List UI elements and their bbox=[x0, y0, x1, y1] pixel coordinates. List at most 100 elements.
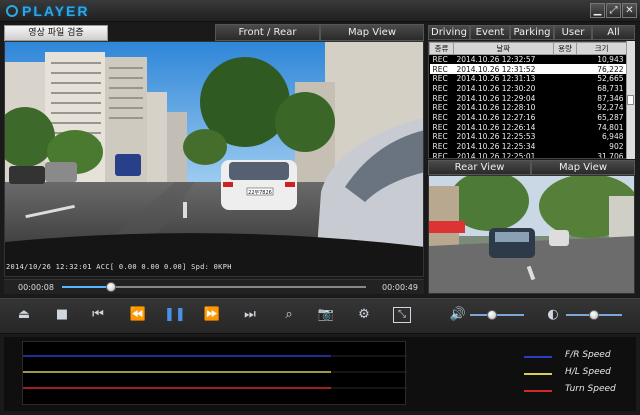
cell-size: 6,948 bbox=[602, 132, 624, 142]
license-plate: 22무7826 bbox=[248, 190, 272, 196]
column-header-space[interactable]: 용량 bbox=[552, 42, 578, 55]
eject-icon[interactable]: ⏏ bbox=[14, 306, 34, 324]
legend-swatch-turn-speed bbox=[524, 390, 552, 392]
app-logo: PLAYER bbox=[6, 2, 90, 20]
cell-size: 65,287 bbox=[597, 112, 624, 122]
tab-sub-map-view[interactable]: Map View bbox=[531, 160, 635, 175]
column-header-type[interactable]: 종류 bbox=[429, 42, 454, 55]
rewind-icon[interactable]: ⏪ bbox=[128, 306, 148, 324]
event-file-list[interactable]: 종류 날짜 용량 크기 REC 2014.10.26 12:32:57 10,943… bbox=[428, 41, 635, 159]
cell-date: 2014.10.26 12:31:13 bbox=[456, 74, 536, 84]
camera-icon[interactable]: 📷 bbox=[316, 306, 336, 324]
rear-video-view[interactable] bbox=[428, 175, 635, 294]
cell-size: 31,706 bbox=[597, 151, 624, 159]
cell-type: REC bbox=[432, 103, 448, 113]
video-osd-text: 2014/10/26 12:32:01 ACC[ 0.00 0.00 0.00]… bbox=[6, 263, 232, 271]
cell-space bbox=[553, 132, 577, 142]
close-icon[interactable]: ✕ bbox=[622, 3, 637, 18]
table-row[interactable]: REC 2014.10.26 12:28:10 92,274 bbox=[430, 103, 627, 113]
cell-size: 87,346 bbox=[597, 93, 624, 103]
seek-handle[interactable] bbox=[105, 282, 116, 292]
title-bar bbox=[0, 0, 640, 22]
cell-date: 2014.10.26 12:31:52 bbox=[453, 64, 554, 74]
tab-event[interactable]: Event bbox=[470, 25, 510, 40]
cell-date: 2014.10.26 12:29:04 bbox=[456, 93, 536, 103]
current-time: 00:00:08 bbox=[18, 283, 54, 292]
legend-turn-speed: Turn Speed bbox=[565, 384, 616, 394]
cell-size: 10,943 bbox=[597, 55, 624, 65]
tab-parking[interactable]: Parking bbox=[510, 25, 554, 40]
volume-slider-track[interactable] bbox=[470, 314, 524, 316]
cell-size: 76,222 bbox=[576, 64, 627, 74]
app-title: PLAYER bbox=[22, 3, 90, 19]
cell-type: REC bbox=[432, 112, 448, 122]
table-row[interactable]: REC 2014.10.26 12:31:13 52,665 bbox=[430, 74, 627, 84]
legend-swatch-hl-speed bbox=[524, 373, 552, 375]
column-header-date[interactable]: 날짜 bbox=[452, 42, 554, 55]
table-row[interactable]: REC 2014.10.26 12:29:04 87,346 bbox=[430, 93, 627, 103]
table-row[interactable]: REC 2014.10.26 12:27:16 65,287 bbox=[430, 113, 627, 123]
cell-date: 2014.10.26 12:25:53 bbox=[456, 132, 536, 142]
tab-user[interactable]: User bbox=[554, 25, 592, 40]
settings-icon[interactable]: ⚙ bbox=[354, 306, 374, 324]
maximize-icon[interactable]: ⤢ bbox=[606, 3, 621, 18]
cell-space bbox=[553, 64, 577, 74]
cell-space bbox=[553, 151, 577, 158]
brightness-slider-handle[interactable] bbox=[589, 310, 599, 320]
cell-date: 2014.10.26 12:30:20 bbox=[456, 83, 536, 93]
cell-type: REC bbox=[432, 132, 448, 142]
fullscreen-icon[interactable]: ⤡ bbox=[393, 307, 411, 323]
tab-map-view[interactable]: Map View bbox=[320, 24, 424, 41]
brightness-icon[interactable]: ◐ bbox=[543, 306, 563, 324]
skip-back-icon[interactable]: ⏮ bbox=[88, 306, 108, 324]
cell-date: 2014.10.26 12:27:16 bbox=[456, 112, 536, 122]
tab-rear-view[interactable]: Rear View bbox=[428, 160, 531, 175]
cell-space bbox=[553, 142, 577, 152]
scrollbar-thumb[interactable] bbox=[627, 95, 634, 105]
sensor-graph bbox=[22, 341, 407, 405]
front-video-view[interactable]: 22무7826 bbox=[4, 41, 424, 277]
minimize-icon[interactable]: ▁ bbox=[590, 3, 605, 18]
cell-type: REC bbox=[432, 151, 448, 159]
table-row[interactable]: REC 2014.10.26 12:25:01 31,706 bbox=[430, 151, 627, 159]
cell-date: 2014.10.26 12:25:01 bbox=[456, 151, 536, 159]
volume-icon[interactable]: 🔊 bbox=[448, 306, 468, 324]
cell-date: 2014.10.26 12:28:10 bbox=[456, 103, 536, 113]
tab-front-rear[interactable]: Front / Rear bbox=[215, 24, 320, 41]
skip-forward-icon[interactable]: ⏭ bbox=[240, 306, 260, 324]
table-row[interactable]: REC 2014.10.26 12:25:34 902 bbox=[430, 142, 627, 152]
table-row[interactable]: REC 2014.10.26 12:32:57 10,943 bbox=[430, 55, 627, 65]
cell-type: REC bbox=[432, 55, 448, 65]
total-time: 00:00:49 bbox=[382, 283, 418, 292]
legend-fr-speed: F/R Speed bbox=[565, 350, 611, 360]
cell-size: 92,274 bbox=[597, 103, 624, 113]
volume-slider-handle[interactable] bbox=[486, 310, 497, 320]
legend-hl-speed: H/L Speed bbox=[565, 367, 611, 377]
table-row[interactable]: REC 2014.10.26 12:25:53 6,948 bbox=[430, 132, 627, 142]
zoom-icon[interactable]: ⌕ bbox=[279, 306, 299, 324]
cell-space bbox=[553, 74, 577, 84]
cell-space bbox=[553, 93, 577, 103]
cell-size: 52,665 bbox=[597, 74, 624, 84]
tab-driving[interactable]: Driving bbox=[428, 25, 470, 40]
cell-date: 2014.10.26 12:25:34 bbox=[456, 142, 536, 152]
verify-video-file-button[interactable]: 영상 파일 검증 bbox=[4, 25, 108, 41]
cell-type: REC bbox=[432, 142, 448, 152]
stop-icon[interactable]: ■ bbox=[52, 306, 72, 324]
cell-type: REC bbox=[429, 64, 454, 74]
front-video-frame: 22무7826 bbox=[5, 42, 423, 276]
cell-type: REC bbox=[432, 122, 448, 132]
pause-icon[interactable]: ❚❚ bbox=[164, 306, 186, 324]
cell-size: 74,801 bbox=[597, 122, 624, 132]
fast-forward-icon[interactable]: ⏩ bbox=[202, 306, 222, 324]
cell-type: REC bbox=[432, 83, 448, 93]
rear-video-frame bbox=[429, 176, 634, 293]
column-header-size[interactable]: 크기 bbox=[576, 42, 627, 55]
cell-size: 68,731 bbox=[597, 83, 624, 93]
tab-all[interactable]: All bbox=[592, 25, 635, 40]
table-row[interactable]: REC 2014.10.26 12:30:20 68,731 bbox=[430, 84, 627, 94]
table-row[interactable]: REC 2014.10.26 12:31:52 76,222 bbox=[429, 64, 627, 74]
cell-size: 902 bbox=[609, 142, 624, 152]
sensor-graph-canvas bbox=[23, 355, 407, 389]
table-row[interactable]: REC 2014.10.26 12:26:14 74,801 bbox=[430, 122, 627, 132]
